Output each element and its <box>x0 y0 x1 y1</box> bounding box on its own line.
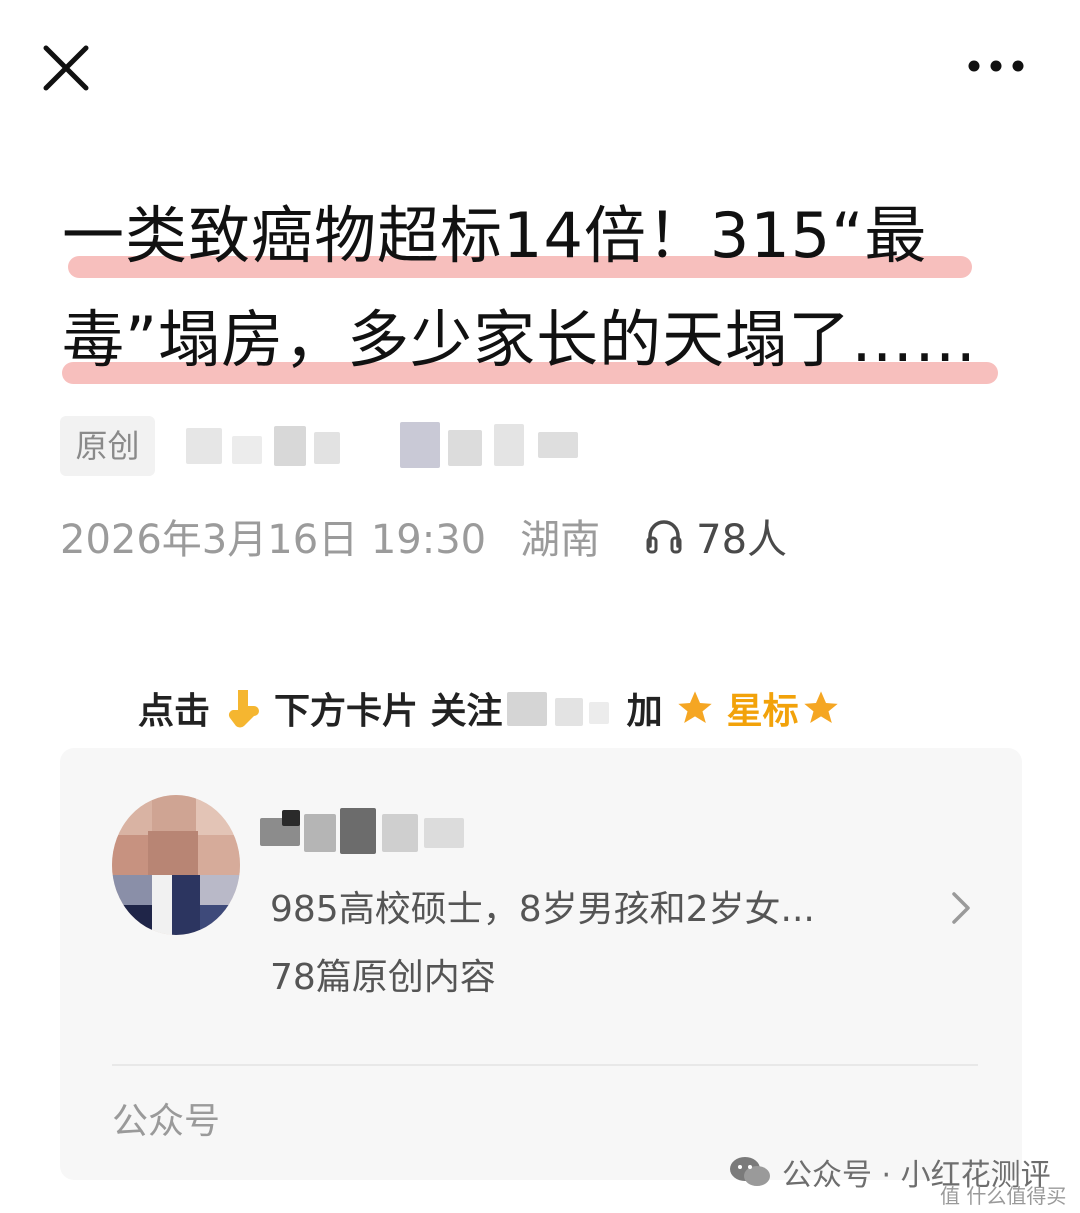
publish-date: 2026年3月16日 19:30 <box>60 517 487 563</box>
publish-location: 湖南 <box>520 517 601 563</box>
follow-text-click: 点击 <box>138 691 211 732</box>
article-meta-row: 2026年3月16日 19:30 湖南 78人 <box>60 506 787 566</box>
follow-prompt: 点击 下方卡片 关注 加 星标 <box>138 680 843 736</box>
article-count: 78篇原创内容 <box>270 957 496 998</box>
account-name-blurred <box>260 808 490 856</box>
avatar[interactable] <box>112 795 240 935</box>
headphones-icon <box>646 520 682 554</box>
card-divider <box>112 1064 978 1066</box>
close-button[interactable] <box>38 40 94 96</box>
follow-text-add: 加 <box>626 691 663 732</box>
blurred-account-name <box>503 688 613 728</box>
account-description: 985高校硕士，8岁男孩和2岁女... <box>270 889 815 930</box>
account-type-label: 公众号 <box>112 1101 221 1142</box>
follow-text-card: 下方卡片 关注 <box>274 691 503 732</box>
site-watermark: 值 什么值得买 <box>940 1184 1067 1208</box>
more-options-button[interactable] <box>964 44 1028 88</box>
profile-open-button[interactable] <box>944 888 978 928</box>
close-icon <box>43 45 89 91</box>
pointing-down-hand-icon <box>228 690 260 728</box>
article-title-line-2: 毒”塌房，多少家长的天塌了…… <box>62 303 978 376</box>
chevron-right-icon <box>952 892 970 924</box>
star-icon <box>803 691 838 723</box>
more-dots-icon <box>968 60 1024 72</box>
star-icon <box>677 691 712 723</box>
follow-text-star: 星标 <box>726 691 799 732</box>
author-name-blurred[interactable] <box>178 418 588 474</box>
listener-count: 78人 <box>696 517 788 563</box>
article-title-line-1: 一类致癌物超标14倍！315“最 <box>62 199 928 272</box>
wechat-icon <box>730 1157 770 1186</box>
original-badge: 原创 <box>60 416 155 476</box>
listen-button[interactable]: 78人 <box>644 507 787 565</box>
